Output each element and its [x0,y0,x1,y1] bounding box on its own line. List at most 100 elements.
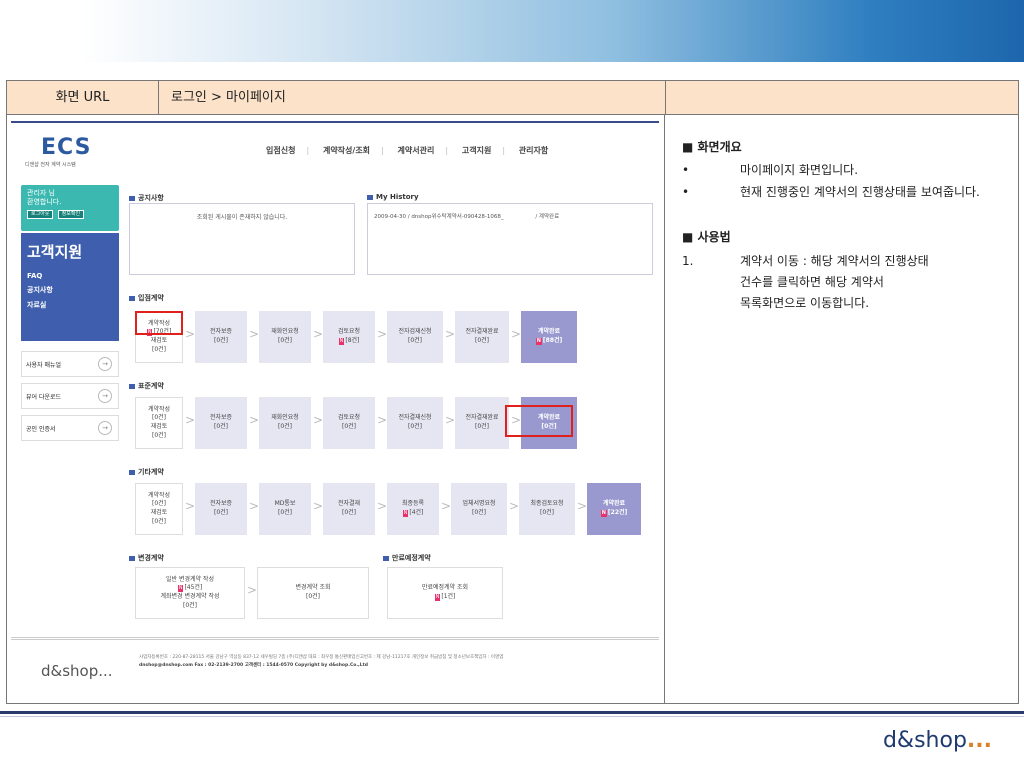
bottom-rule-thin [0,716,1024,717]
step-row1-2[interactable]: 재화인요청 [0건] [259,311,311,363]
step-count[interactable]: [0건] [152,414,166,423]
nav-item-contract-manage[interactable]: 계약서관리 [398,146,435,155]
footer-text: 사업자등록번호 : 220-87-28115 서울 강남구 역삼동 837-12… [139,654,503,670]
side-links: 사용자 매뉴얼 → 뷰어 다운로드 → 공인 인증서 → [21,351,119,447]
step-count[interactable]: [0건] [152,500,166,509]
step-count[interactable]: [22건] [608,509,627,516]
step-label: 검토요청 [337,414,361,422]
section-other-contract: 기타계약 [129,467,164,477]
step-count[interactable]: [0건] [214,509,228,518]
highlight-box [135,311,183,335]
step-count[interactable]: [0건] [342,509,356,518]
step-row3-done[interactable]: 계약완료 N [22건] [587,483,641,535]
chevron-right-icon: > [377,499,388,513]
nav-item-support[interactable]: 고객지원 [462,146,491,155]
step-row2-4[interactable]: 전자결재신청 [0건] [387,397,443,449]
step-label: 계약작성 [147,405,171,413]
step-row3-6[interactable]: 최종검토요청 [0건] [519,483,575,535]
step-row2-2[interactable]: 재화인요청 [0건] [259,397,311,449]
step-row1-1[interactable]: 전자보증 [0건] [195,311,247,363]
slide-frame: 화면 URL 로그인 > 마이페이지 ECS 디앤샵 전자 계약 시스템 입점신… [6,80,1019,704]
usage-heading: ■ 사용법 [682,230,731,245]
change-general-count[interactable]: [45건] [184,584,202,591]
step-count[interactable]: [0건] [278,337,292,346]
step-count[interactable]: [0건] [214,423,228,432]
side-item-notice[interactable]: 공지사항 [27,285,113,295]
step-write-3[interactable]: 계약작성 [0건] 재검토 [0건] [135,483,183,535]
step-count-review[interactable]: [0건] [152,432,166,441]
viewer-download-link[interactable]: 뷰어 다운로드 → [21,383,119,409]
info-button[interactable]: 정보확인 [57,210,85,219]
step-count-review[interactable]: [0건] [152,346,166,355]
new-badge-icon: N [402,510,409,517]
step-count[interactable]: [0건] [408,337,422,346]
new-badge-icon: N [535,338,542,345]
step-row2-3[interactable]: 검토요청 [0건] [323,397,375,449]
side-menu-title: 고객지원 [27,243,83,261]
step-count[interactable]: [0건] [475,337,489,346]
step-row1-4[interactable]: 전자검재신청 [0건] [387,311,443,363]
step-count[interactable]: [8건] [345,337,359,344]
step-row3-4[interactable]: 최종등록 N [4건] [387,483,439,535]
step-count[interactable]: [0건] [278,423,292,432]
step-label: 계약작성 [147,491,171,499]
step-count[interactable]: [88건] [543,337,562,344]
step-count[interactable]: [0건] [342,423,356,432]
step-row3-2[interactable]: MD통보 [0건] [259,483,311,535]
step-label: 최종등록 [401,500,425,508]
step-row1-5[interactable]: 전자결재완료 [0건] [455,311,509,363]
change-contract-write[interactable]: 일반 변경계약 작성 N [45건] 계좌변경 변경계약 작성 [0건] [135,567,245,619]
history-item[interactable]: 2009-04-30 / dnshop위수탁계약서-090428-1068_ [374,214,504,220]
notice-box: 조회된 게시물이 존재하지 않습니다. [129,203,355,275]
description-panel: ■ 화면개요 • 마이페이지 화면입니다. • 현재 진행중인 계약서의 진행상태를… [666,115,1018,703]
step-label: 전자결재 [337,500,361,508]
top-nav: 입점신청 | 계약작성/조회 | 계약서관리 | 고객지원 | 관리자함 [266,146,549,155]
side-item-faq[interactable]: FAQ [27,272,113,280]
step-label: 최종검토요청 [530,500,564,508]
manual-link[interactable]: 사용자 매뉴얼 → [21,351,119,377]
step-count[interactable]: [0건] [540,509,554,518]
certificate-link[interactable]: 공인 인증서 → [21,415,119,441]
step-count[interactable]: [0건] [408,423,422,432]
notice-empty-text: 조회된 게시물이 존재하지 않습니다. [196,214,288,221]
change-contract-view[interactable]: 변경계약 조회 [0건] [257,567,369,619]
step-count[interactable]: [0건] [475,423,489,432]
step-row3-3[interactable]: 전자결재 [0건] [323,483,375,535]
step-row3-1[interactable]: 전자보증 [0건] [195,483,247,535]
change-account-count[interactable]: [0건] [183,602,197,611]
step-count[interactable]: [0건] [214,337,228,346]
chevron-right-icon: > [185,413,196,427]
side-item-archive[interactable]: 자료실 [27,300,113,310]
change-account-label: 계좌변경 변경계약 작성 [160,593,220,600]
step-write-2[interactable]: 계약작성 [0건] 재검토 [0건] [135,397,183,449]
login-welcome: 환영합니다. [27,198,62,207]
ecs-logo[interactable]: ECS [41,135,91,160]
step-count[interactable]: [0건] [472,509,486,518]
new-badge-icon: N [177,585,184,593]
arrow-right-icon: → [98,421,112,435]
viewer-download-label: 뷰어 다운로드 [26,394,62,401]
step-count[interactable]: [4건] [409,509,423,516]
step-row1-done[interactable]: 계약완료 N [88건] [521,311,577,363]
nav-item-contract-write[interactable]: 계약작성/조회 [323,146,370,155]
step-row3-5[interactable]: 업체서명요청 [0건] [451,483,507,535]
mypage-mock: ECS 디앤샵 전자 계약 시스템 입점신청 | 계약작성/조회 | 계약서관리 | … [11,121,659,699]
nav-item-apply[interactable]: 입점신청 [266,146,295,155]
change-view-count[interactable]: [0건] [306,593,320,602]
footer-line-2: dnshop@dnshop.com Fax : 02-2139-2700 고객센… [139,663,369,669]
step-row1-3[interactable]: 검토요청 N [8건] [323,311,375,363]
chevron-right-icon: > [445,413,456,427]
chevron-right-icon: > [249,327,260,341]
logout-button[interactable]: 로그아웃 [27,210,54,219]
step-count[interactable]: [0건] [278,509,292,518]
expire-count[interactable]: [1건] [441,593,455,600]
section-expiring-contract: 만료예정계약 [383,553,431,563]
overview-text: 마이페이지 화면입니다. [740,163,859,178]
arrow-right-icon: → [98,357,112,371]
expiring-contract-view[interactable]: 만료예정계약 조회 N [1건] [387,567,503,619]
step-count-review[interactable]: [0건] [152,518,166,527]
login-box: 관리자 님 환영합니다. 로그아웃 정보확인 [21,185,119,231]
step-row2-5[interactable]: 전자결재완료 [0건] [455,397,509,449]
nav-item-admin[interactable]: 관리자함 [519,146,548,155]
step-row2-1[interactable]: 전자보증 [0건] [195,397,247,449]
